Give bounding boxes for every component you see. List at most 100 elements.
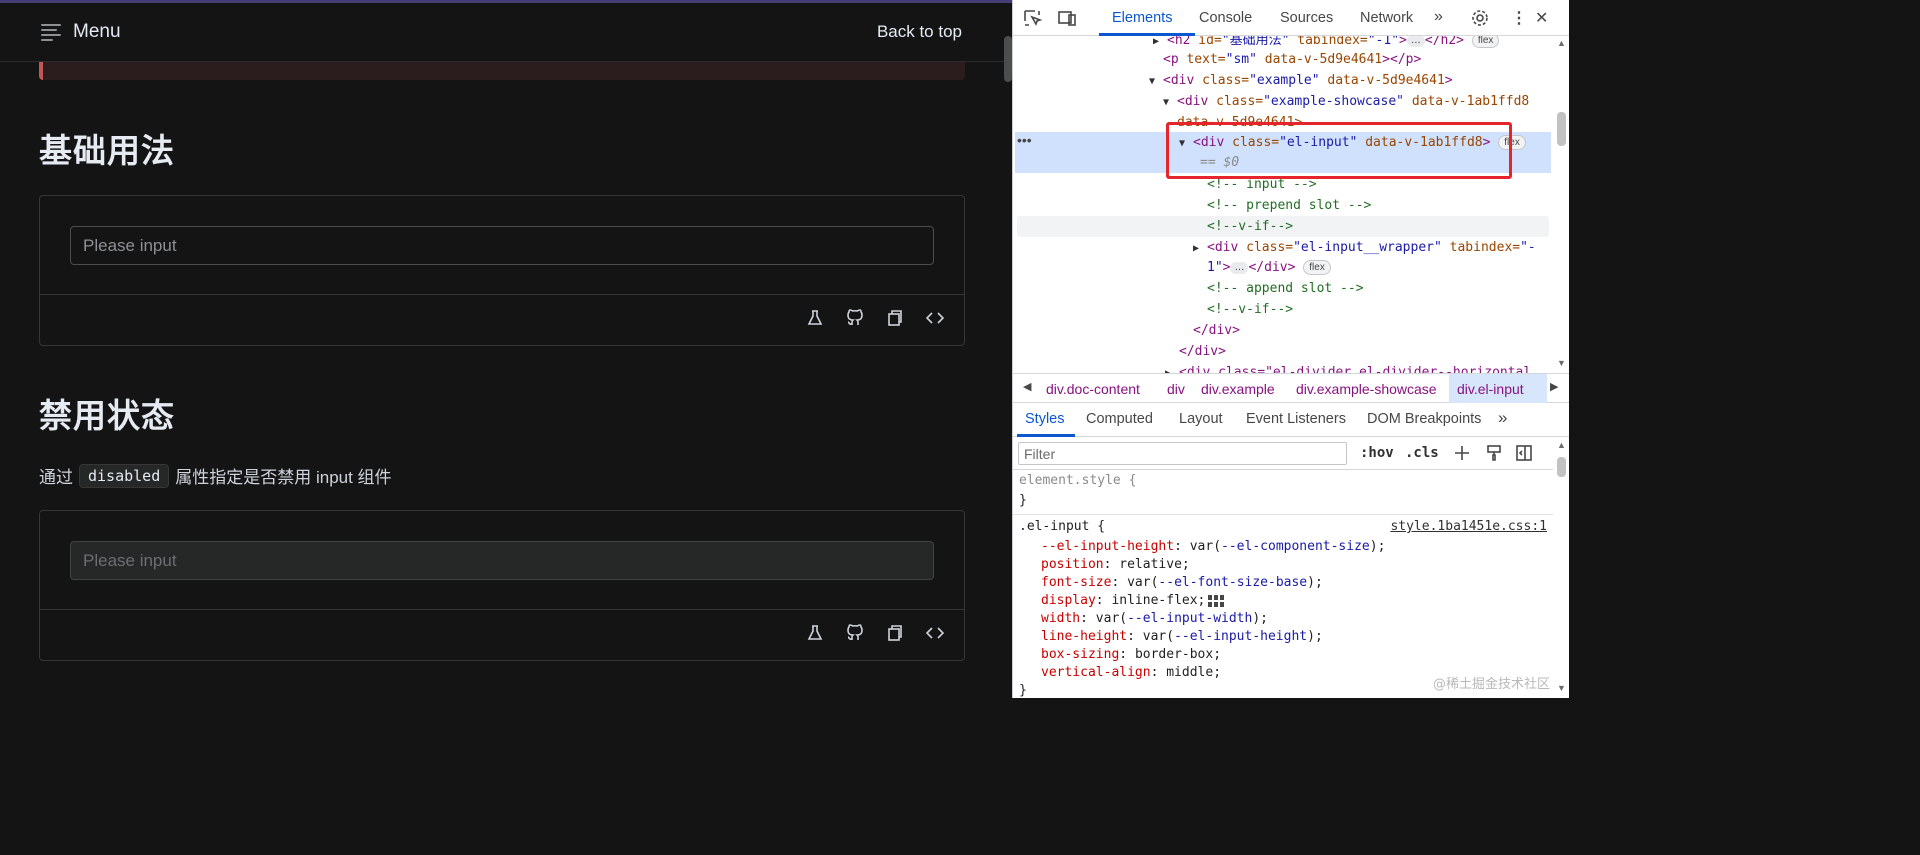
- example-toolbar: [804, 307, 946, 333]
- css-declaration[interactable]: line-height: var(--el-input-height);: [1041, 628, 1323, 646]
- rule-close-brace: }: [1019, 493, 1027, 508]
- menu-button[interactable]: Menu: [73, 21, 121, 43]
- new-rule-icon[interactable]: [1453, 444, 1471, 462]
- dom-node[interactable]: ▶ <div class="el-input__wrapper" tabindex…: [1193, 237, 1553, 258]
- css-declaration[interactable]: width: var(--el-input-width);: [1041, 610, 1268, 628]
- tab-styles[interactable]: Styles: [1025, 411, 1065, 427]
- tab-console[interactable]: Console: [1199, 10, 1252, 26]
- dom-close-tag[interactable]: </div>: [1193, 320, 1553, 341]
- dom-node[interactable]: ▶<div class="el-divider el-divider--hori…: [1165, 362, 1553, 373]
- styles-filter-row: :hov .cls: [1013, 437, 1553, 470]
- more-subtabs-icon[interactable]: »: [1498, 408, 1507, 428]
- sidebar-toggle-icon[interactable]: [1515, 444, 1533, 462]
- disabled-input: [70, 541, 934, 580]
- breadcrumb-item-active[interactable]: div.el-input: [1457, 381, 1524, 397]
- example-showcase: [40, 196, 964, 295]
- devtools-panel: Elements Console Sources Network » ⋮ ✕ •…: [1012, 0, 1569, 698]
- tab-layout[interactable]: Layout: [1179, 411, 1223, 427]
- css-declaration[interactable]: font-size: var(--el-font-size-base);: [1041, 574, 1323, 592]
- dom-close-tag[interactable]: </div>: [1179, 341, 1553, 362]
- close-icon[interactable]: ✕: [1535, 8, 1548, 28]
- back-to-top-link[interactable]: Back to top: [877, 22, 962, 42]
- code-icon[interactable]: [924, 622, 946, 644]
- scroll-down-arrow[interactable]: ▼: [1557, 358, 1566, 368]
- more-tabs-icon[interactable]: »: [1434, 8, 1443, 26]
- breadcrumb-item[interactable]: div.doc-content: [1046, 381, 1140, 397]
- dom-node-continued[interactable]: 1">… </div> flex: [1207, 257, 1553, 278]
- css-declaration[interactable]: vertical-align: middle;: [1041, 664, 1221, 682]
- css-rule-header[interactable]: .el-input {style.1ba1451e.css:1: [1019, 518, 1547, 536]
- tab-elements[interactable]: Elements: [1112, 10, 1172, 26]
- element-style-rule[interactable]: element.style {: [1019, 472, 1136, 490]
- flexbox-editor-icon[interactable]: [1207, 594, 1225, 608]
- dom-comment[interactable]: <!--v-if-->: [1207, 216, 1553, 237]
- css-declaration[interactable]: --el-input-height: var(--el-component-si…: [1041, 538, 1385, 556]
- description-text: 通过: [39, 468, 73, 487]
- css-declaration[interactable]: position: relative;: [1041, 556, 1190, 574]
- dom-comment[interactable]: <!--v-if-->: [1207, 299, 1553, 320]
- devtools-tabbar: Elements Console Sources Network » ⋮ ✕: [1013, 0, 1569, 36]
- highlight-annotation-box: [1166, 122, 1512, 179]
- scroll-up-arrow[interactable]: ▲: [1557, 38, 1566, 48]
- flex-badge[interactable]: flex: [1303, 260, 1331, 275]
- disabled-description: 通过 disabled 属性指定是否禁用 input 组件: [39, 463, 392, 488]
- tab-dom-breakpoints[interactable]: DOM Breakpoints: [1367, 411, 1481, 427]
- dom-node[interactable]: ▼ <div class="example" data-v-5d9e4641>: [1149, 70, 1553, 91]
- menu-icon[interactable]: [41, 24, 61, 41]
- code-icon[interactable]: [924, 307, 946, 329]
- breadcrumb-item[interactable]: div: [1167, 381, 1185, 397]
- dom-node[interactable]: ▼ <div class="example-showcase" data-v-1a…: [1163, 91, 1553, 112]
- rule-source-link[interactable]: style.1ba1451e.css:1: [1390, 518, 1547, 536]
- tab-sources[interactable]: Sources: [1280, 10, 1333, 26]
- breadcrumb-item[interactable]: div.example: [1201, 381, 1275, 397]
- tab-computed[interactable]: Computed: [1086, 411, 1153, 427]
- inspect-element-icon[interactable]: [1023, 9, 1043, 27]
- class-toggle[interactable]: .cls: [1405, 445, 1439, 461]
- kebab-menu-icon[interactable]: ⋮: [1511, 8, 1527, 28]
- tab-network[interactable]: Network: [1360, 10, 1413, 26]
- scroll-up-arrow[interactable]: ▲: [1557, 440, 1566, 450]
- styles-tabbar: Styles Computed Layout Event Listeners D…: [1013, 403, 1569, 437]
- dom-tree: ••• ▶ <h2 id="基础用法" tabindex="-1">… </h2> …: [1013, 36, 1553, 373]
- css-declaration[interactable]: display: inline-flex;: [1041, 592, 1225, 610]
- rule-divider: [1013, 514, 1553, 515]
- flex-badge[interactable]: flex: [1471, 36, 1500, 48]
- scroll-down-arrow[interactable]: ▼: [1557, 683, 1566, 693]
- example-disabled: [39, 510, 965, 661]
- hover-state-toggle[interactable]: :hov: [1360, 445, 1394, 461]
- settings-gear-icon[interactable]: [1470, 9, 1490, 27]
- breadcrumb: ◀ div.doc-content div div.example div.ex…: [1013, 373, 1569, 403]
- paint-brush-icon[interactable]: [1485, 444, 1503, 462]
- dom-node[interactable]: <p text="sm" data-v-5d9e4641></p>: [1163, 49, 1553, 70]
- scroll-thumb[interactable]: [1557, 112, 1566, 146]
- playground-icon[interactable]: [804, 622, 826, 644]
- breadcrumb-next-icon[interactable]: ▶: [1550, 380, 1558, 393]
- playground-icon[interactable]: [804, 307, 826, 329]
- dom-comment[interactable]: <!-- append slot -->: [1207, 278, 1553, 299]
- doc-header: Menu Back to top: [0, 3, 1004, 62]
- section-heading-disabled: 禁用状态: [39, 396, 175, 435]
- dom-comment[interactable]: <!-- prepend slot -->: [1207, 195, 1553, 216]
- copy-icon[interactable]: [884, 307, 906, 329]
- basic-input[interactable]: [70, 226, 934, 265]
- copy-icon[interactable]: [884, 622, 906, 644]
- styles-pane: element.style { } .el-input {style.1ba14…: [1013, 470, 1553, 698]
- github-icon[interactable]: [844, 622, 866, 644]
- node-actions-icon[interactable]: •••: [1017, 132, 1032, 148]
- example-toolbar: [804, 622, 946, 648]
- example-showcase: [40, 511, 964, 610]
- styles-scrollbar[interactable]: ▲ ▼: [1553, 437, 1569, 698]
- watermark: @稀土掘金技术社区: [1432, 677, 1550, 692]
- tab-event-listeners[interactable]: Event Listeners: [1246, 411, 1346, 427]
- dom-scrollbar[interactable]: ▲ ▼: [1553, 36, 1569, 373]
- github-icon[interactable]: [844, 307, 866, 329]
- css-declaration[interactable]: box-sizing: border-box;: [1041, 646, 1221, 664]
- styles-filter-input[interactable]: [1018, 442, 1347, 465]
- collapsed-ellipsis[interactable]: …: [1230, 261, 1249, 274]
- device-toolbar-icon[interactable]: [1057, 9, 1077, 27]
- collapsed-ellipsis[interactable]: …: [1406, 36, 1425, 47]
- breadcrumb-prev-icon[interactable]: ◀: [1023, 380, 1031, 393]
- page-scrollbar[interactable]: [1004, 36, 1012, 82]
- breadcrumb-item[interactable]: div.example-showcase: [1296, 381, 1437, 397]
- scroll-thumb[interactable]: [1557, 457, 1566, 477]
